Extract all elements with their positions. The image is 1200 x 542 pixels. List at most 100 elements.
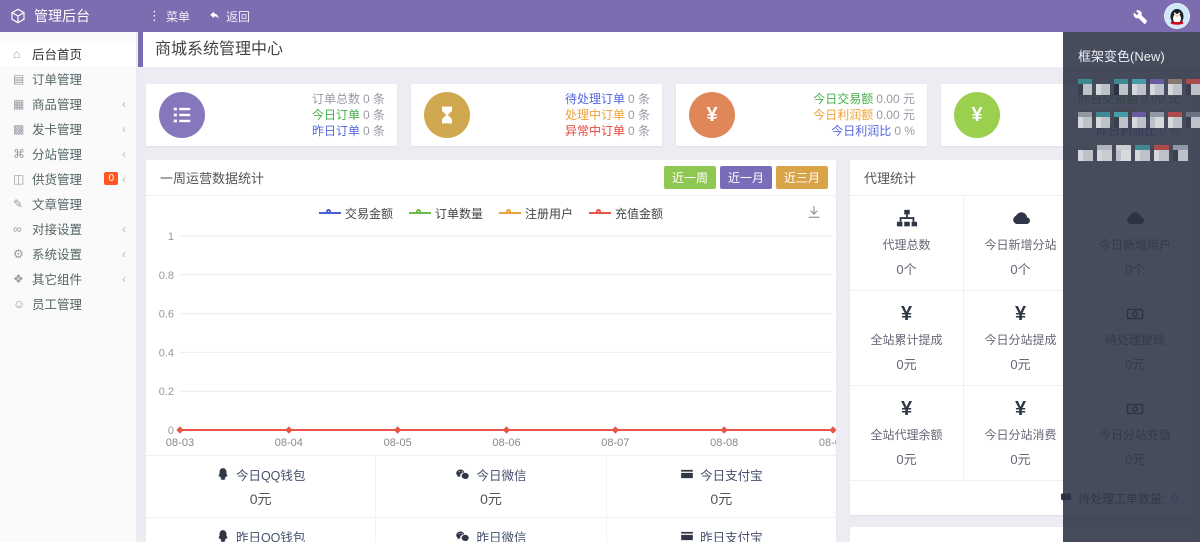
- range-button-近一周[interactable]: 近一周: [663, 166, 716, 189]
- chevron-left-icon: ‹: [122, 96, 126, 111]
- sidebar-item-badge: 0: [104, 172, 118, 185]
- sidebar-item-其它组件[interactable]: ❖ 其它组件 ‹: [0, 266, 136, 291]
- back-nav-item[interactable]: 返回: [208, 8, 250, 25]
- wrench-icon[interactable]: [1133, 9, 1148, 24]
- theme-swatch[interactable]: [1097, 145, 1112, 161]
- payment-cell-今日支付宝: 今日支付宝 0元: [605, 456, 836, 517]
- theme-swatch[interactable]: [1186, 79, 1200, 95]
- line-chart-plot[interactable]: 1 0.8 0.6 0.4 0.2 0 08-03 08-04 08-05 08-06 08-07 0…: [146, 230, 836, 455]
- user-avatar[interactable]: [1164, 3, 1190, 29]
- substation-icon: ⌘: [13, 146, 25, 161]
- app-brand[interactable]: 管理后台: [0, 6, 136, 26]
- svg-text:0.6: 0.6: [159, 309, 174, 321]
- theme-swatch[interactable]: [1132, 79, 1146, 95]
- stat-line: 今日利润额 0.00 元: [813, 108, 915, 122]
- sidebar-item-供货管理[interactable]: ◫ 供货管理 0 ‹: [0, 166, 136, 191]
- svg-text:08-06: 08-06: [492, 437, 520, 449]
- agent-label: 全站累计提成: [870, 333, 943, 347]
- svg-text:08-05: 08-05: [384, 437, 412, 449]
- agent-label: 代理总数: [882, 238, 931, 252]
- svg-text:0.8: 0.8: [159, 270, 174, 282]
- wechat-icon: [455, 529, 470, 542]
- theme-swatch[interactable]: [1150, 112, 1164, 128]
- range-button-近三月[interactable]: 近三月: [775, 166, 828, 189]
- cloud-icon: [1009, 208, 1033, 230]
- stat-line: 今日订单 0 条: [311, 108, 385, 122]
- theme-swatch[interactable]: [1132, 112, 1146, 128]
- theme-swatch[interactable]: [1096, 112, 1110, 128]
- svg-text:0.4: 0.4: [159, 347, 174, 359]
- alipay-icon: [680, 467, 694, 481]
- yuan-icon: ¥: [689, 92, 735, 138]
- sidebar-item-订单管理[interactable]: ▤ 订单管理: [0, 66, 136, 91]
- page-title-bar: 商城系统管理中心: [138, 32, 1200, 67]
- ordered-list-icon: [159, 92, 205, 138]
- theme-swatch[interactable]: [1114, 79, 1128, 95]
- legend-item-注册用户[interactable]: 注册用户: [499, 205, 573, 222]
- payment-value: 0元: [710, 490, 733, 507]
- legend-mark-icon: [589, 208, 612, 214]
- sidebar-item-后台首页[interactable]: ⌂ 后台首页: [0, 41, 136, 66]
- theme-swatch[interactable]: [1154, 145, 1169, 161]
- sidebar-item-label: 其它组件: [32, 273, 83, 287]
- legend-item-订单数量[interactable]: 订单数量: [408, 205, 483, 222]
- svg-text:08-09: 08-09: [819, 437, 836, 449]
- products-icon: ▦: [13, 96, 25, 111]
- chevron-left-icon: ‹: [122, 146, 126, 161]
- theme-swatch[interactable]: [1096, 79, 1110, 95]
- theme-swatch[interactable]: [1078, 79, 1092, 95]
- stat-line: 昨日订单 0 条: [311, 124, 385, 138]
- menu-nav-item[interactable]: ⋮ 菜单: [148, 8, 190, 25]
- payment-stats: 今日QQ钱包0元今日微信0元今日支付宝0元昨日QQ钱包0元昨日微信0元昨日支付宝…: [146, 455, 836, 542]
- article-icon: ✎: [13, 196, 24, 211]
- sidebar-item-发卡管理[interactable]: ▩ 发卡管理 ‹: [0, 116, 136, 141]
- agent-label: 全站代理余额: [870, 428, 943, 442]
- sidebar-item-对接设置[interactable]: ∞ 对接设置 ‹: [0, 216, 136, 241]
- topnav: ⋮ 菜单 返回: [136, 8, 250, 25]
- svg-text:08-08: 08-08: [710, 437, 738, 449]
- stat-card-lines: 待处理订单 0 条处理中订单 0 条异常中订单 0 条: [565, 91, 650, 139]
- svg-text:08-07: 08-07: [601, 437, 629, 449]
- theme-swatch[interactable]: [1150, 79, 1164, 95]
- payment-row: 今日QQ钱包 0元 今日微信 0元 今日支付宝 0元: [146, 456, 836, 518]
- theme-swatch[interactable]: [1186, 112, 1200, 128]
- sidebar-item-label: 文章管理: [32, 198, 83, 212]
- sidebar-item-商品管理[interactable]: ▦ 商品管理 ‹: [0, 91, 136, 116]
- svg-text:0: 0: [168, 425, 174, 437]
- range-button-近一月[interactable]: 近一月: [719, 166, 772, 189]
- download-icon[interactable]: [806, 204, 822, 220]
- theme-swatch[interactable]: [1116, 145, 1131, 161]
- theme-swatch[interactable]: [1078, 112, 1092, 128]
- payment-cell-今日QQ钱包: 今日QQ钱包 0元: [146, 456, 375, 517]
- gear-icon: ⚙: [13, 246, 24, 261]
- theme-swatch[interactable]: [1168, 79, 1182, 95]
- stat-line: 今日利润比 0 %: [831, 124, 915, 138]
- stat-card: 订单总数 0 条今日订单 0 条昨日订单 0 条: [146, 84, 397, 146]
- sidebar-item-label: 系统设置: [32, 248, 83, 262]
- theme-swatch[interactable]: [1114, 112, 1128, 128]
- sidebar-item-文章管理[interactable]: ✎ 文章管理: [0, 191, 136, 216]
- theme-swatch[interactable]: [1078, 145, 1093, 161]
- theme-swatch[interactable]: [1173, 145, 1188, 161]
- legend-item-交易金额[interactable]: 交易金额: [318, 205, 393, 222]
- payment-cell-今日微信: 今日微信 0元: [375, 456, 605, 517]
- legend-mark-icon: [318, 208, 341, 214]
- yuan-icon: ¥: [1014, 397, 1027, 420]
- agent-value: 0个: [1010, 262, 1031, 277]
- app-title: 管理后台: [34, 8, 90, 24]
- sidebar-item-员工管理[interactable]: ☺ 员工管理: [0, 291, 136, 316]
- agent-label: 今日新增分站: [984, 238, 1057, 252]
- topbar-right: [1133, 3, 1200, 29]
- theme-swatch[interactable]: [1168, 112, 1182, 128]
- legend-item-充值金额[interactable]: 充值金额: [589, 205, 663, 222]
- legend-mark-icon: [408, 208, 431, 214]
- theme-swatch[interactable]: [1135, 145, 1150, 161]
- sidebar-item-label: 供货管理: [32, 173, 83, 187]
- orders-icon: ▤: [13, 71, 25, 86]
- sidebar-item-系统设置[interactable]: ⚙ 系统设置 ‹: [0, 241, 136, 266]
- back-label: 返回: [226, 9, 251, 24]
- agent-value: 0元: [896, 452, 917, 467]
- agent-value: 0元: [896, 357, 917, 372]
- sidebar-item-分站管理[interactable]: ⌘ 分站管理 ‹: [0, 141, 136, 166]
- stat-line: 待处理订单 0 条: [564, 92, 650, 106]
